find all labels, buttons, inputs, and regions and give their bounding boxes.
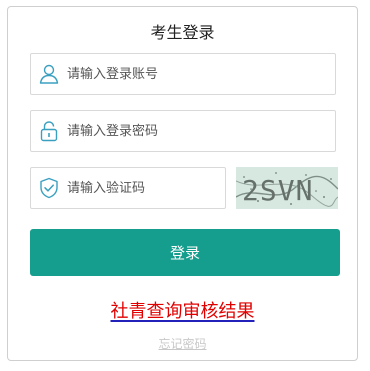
user-icon [39, 64, 59, 84]
captcha-text: 2SVN [242, 174, 313, 207]
login-button[interactable]: 登录 [30, 229, 340, 276]
captcha-field[interactable] [30, 167, 226, 209]
shield-check-icon [40, 177, 58, 199]
login-card: 考生登录 请输入登录账号 请输入验证码 2SVN 登录 社青查询审核结果 忘记密… [7, 6, 358, 361]
login-title: 考生登录 [150, 23, 215, 42]
lock-icon [40, 121, 58, 142]
query-review-result-link[interactable]: 社青查询审核结果 [8, 297, 357, 323]
account-field[interactable] [30, 53, 336, 95]
captcha-image[interactable]: 2SVN [236, 167, 338, 209]
account-input[interactable] [67, 54, 329, 94]
password-field[interactable] [30, 110, 336, 152]
forgot-password-link[interactable]: 忘记密码 [8, 335, 357, 352]
captcha-input[interactable] [67, 168, 219, 208]
password-input[interactable] [67, 111, 329, 151]
captcha-noise: 2SVN [236, 167, 338, 209]
